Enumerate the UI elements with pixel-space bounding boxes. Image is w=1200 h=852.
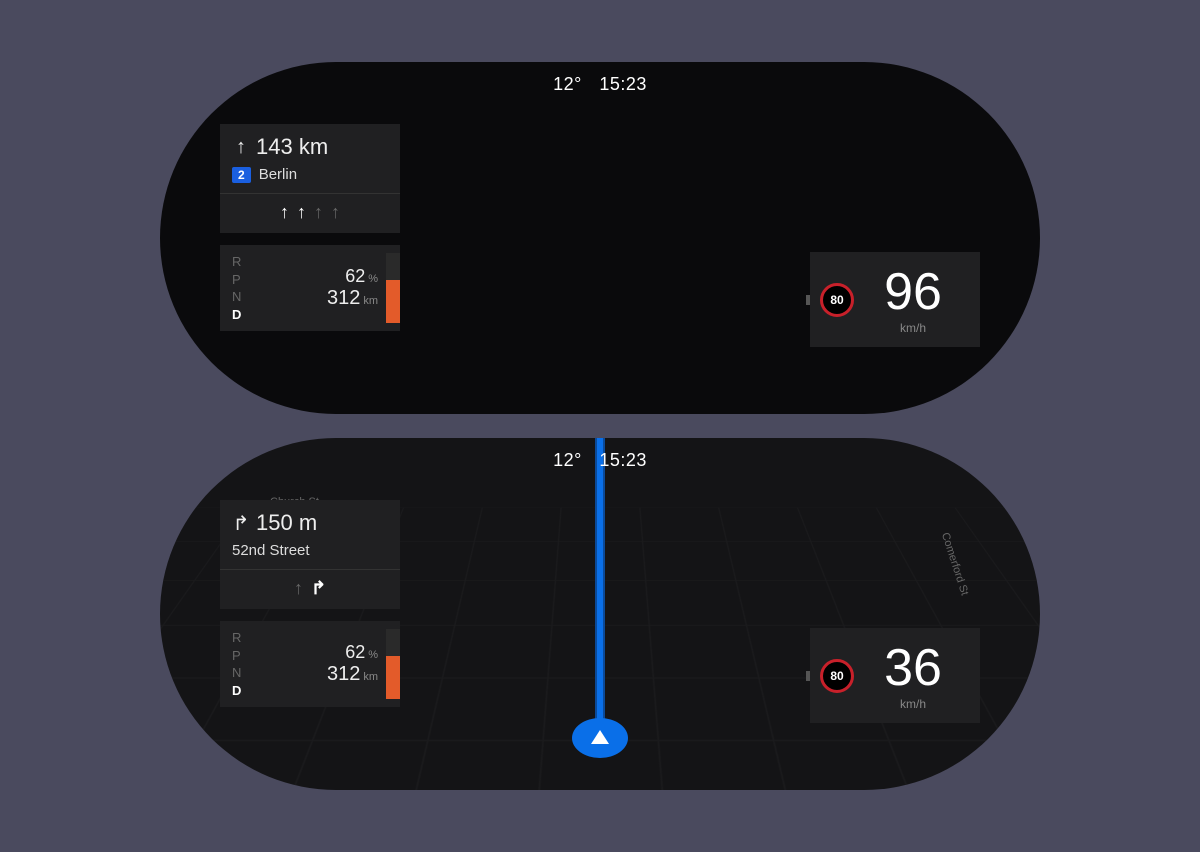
speed-value: 96	[884, 263, 942, 321]
lane-arrow-icon: ↑	[297, 202, 306, 223]
gear-option: N	[232, 664, 254, 682]
battery-gauge-fill	[386, 280, 400, 324]
battery-stats: 62% 312km	[254, 629, 386, 699]
navigation-card: ↑ 143 km 2 Berlin ↑ ↑ ↑ ↑	[220, 124, 400, 233]
lane-guidance: ↑ ↑ ↑ ↑	[220, 193, 400, 233]
lane-arrow-icon: ↑	[331, 202, 340, 223]
nav-direction-icon: ↑	[232, 136, 250, 159]
lane-arrow-icon: ↑	[280, 202, 289, 223]
gear-option: P	[232, 647, 254, 665]
nav-distance-row: ↱ 150 m	[232, 510, 388, 536]
battery-gauge	[386, 253, 400, 323]
range-unit: km	[363, 671, 378, 683]
gear-option-selected: D	[232, 682, 254, 700]
speed-limit-sign: 80	[820, 283, 854, 317]
range-value: 312	[327, 663, 360, 685]
range-value: 312	[327, 287, 360, 309]
lane-arrow-icon: ↑	[314, 202, 323, 223]
route-badge: 2	[232, 167, 251, 183]
battery-percent-unit: %	[368, 273, 378, 285]
speed-limit-sign: 80	[820, 659, 854, 693]
clock-time: 15:23	[599, 74, 647, 94]
nav-destination-row: 52nd Street	[232, 542, 388, 559]
instrument-cluster: Church St Comerford St 12° 15:23 ↱ 150 m…	[160, 438, 1040, 790]
gear-battery-card: R P N D 62% 312km	[220, 245, 400, 331]
clock-time: 15:23	[599, 450, 647, 470]
speed-notch-icon	[806, 295, 810, 305]
battery-stats: 62% 312km	[254, 253, 386, 323]
nav-direction-icon: ↱	[232, 511, 250, 536]
temperature: 12°	[553, 74, 582, 94]
nav-distance-row: ↑ 143 km	[232, 134, 388, 160]
gear-selector: R P N D	[232, 629, 254, 699]
battery-percent-value: 62	[345, 642, 365, 662]
nav-destination: Berlin	[259, 166, 297, 183]
gear-option: R	[232, 253, 254, 271]
speed-card: 80 96 km/h	[810, 252, 980, 347]
gear-option-selected: D	[232, 306, 254, 324]
nav-destination: 52nd Street	[232, 542, 310, 559]
lane-guidance: ↑ ↱	[220, 569, 400, 609]
navigation-card: ↱ 150 m 52nd Street ↑ ↱	[220, 500, 400, 609]
speed-notch-icon	[806, 671, 810, 681]
gear-battery-card: R P N D 62% 312km	[220, 621, 400, 707]
battery-percent-unit: %	[368, 649, 378, 661]
speed-card: 80 36 km/h	[810, 628, 980, 723]
speed-readout: 36 km/h	[854, 642, 980, 710]
left-panel: ↑ 143 km 2 Berlin ↑ ↑ ↑ ↑ R P N D	[220, 124, 400, 343]
battery-gauge-fill	[386, 656, 400, 700]
temperature: 12°	[553, 450, 582, 470]
instrument-cluster: 12° 15:23 ↑ 143 km 2 Berlin ↑ ↑ ↑ ↑ R P	[160, 62, 1040, 414]
nav-destination-row: 2 Berlin	[232, 166, 388, 183]
lane-arrow-icon: ↑	[294, 578, 303, 599]
battery-gauge	[386, 629, 400, 699]
gear-option: N	[232, 288, 254, 306]
status-bar: 12° 15:23	[160, 74, 1040, 95]
range-unit: km	[363, 295, 378, 307]
nav-distance-value: 143 km	[256, 134, 328, 160]
speed-unit: km/h	[854, 698, 972, 710]
gear-selector: R P N D	[232, 253, 254, 323]
vehicle-marker-icon	[572, 718, 628, 758]
speed-unit: km/h	[854, 322, 972, 334]
status-bar: 12° 15:23	[160, 450, 1040, 471]
gear-option: R	[232, 629, 254, 647]
left-panel: ↱ 150 m 52nd Street ↑ ↱ R P N D 62%	[220, 500, 400, 719]
speed-value: 36	[884, 639, 942, 697]
nav-distance-value: 150 m	[256, 510, 317, 536]
battery-percent-value: 62	[345, 266, 365, 286]
lane-arrow-icon: ↱	[311, 578, 326, 599]
gear-option: P	[232, 271, 254, 289]
speed-readout: 96 km/h	[854, 266, 980, 334]
route-line	[595, 438, 605, 738]
